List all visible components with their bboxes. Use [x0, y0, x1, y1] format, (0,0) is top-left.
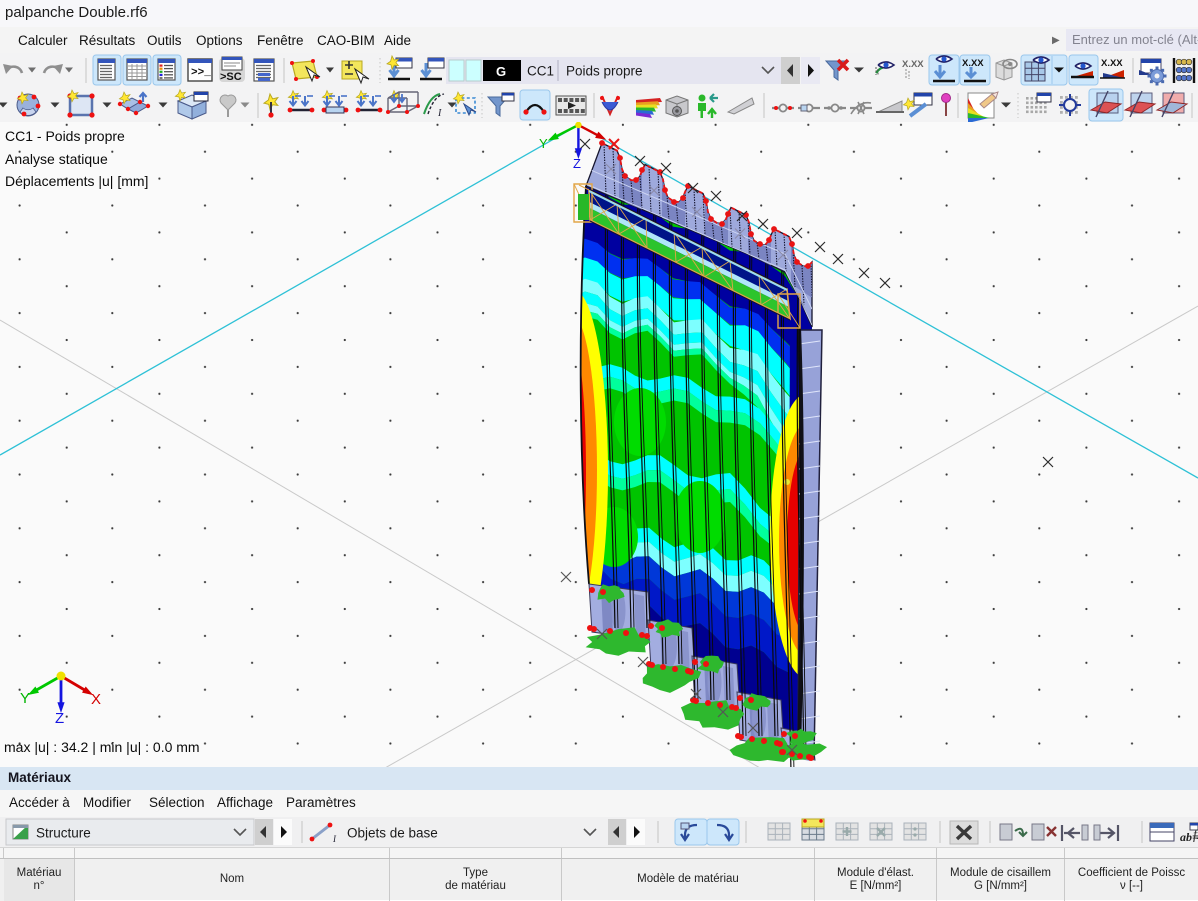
svg-text:Z: Z [573, 156, 581, 171]
svg-text:X: X [91, 691, 101, 708]
svg-text:G: G [496, 64, 506, 79]
svg-text:fx: fx [1193, 828, 1198, 843]
svg-text:>>_: >>_ [191, 67, 211, 79]
svg-text:Structure: Structure [36, 826, 91, 841]
svg-text:Y: Y [539, 136, 548, 151]
svg-text:Z: Z [55, 710, 64, 727]
svg-text:Y: Y [20, 690, 30, 707]
svg-text:Poids propre: Poids propre [566, 64, 643, 79]
svg-text:X.XX: X.XX [962, 58, 984, 69]
svg-text:X.XX: X.XX [902, 59, 924, 70]
svg-text:X.XX: X.XX [1101, 58, 1123, 69]
svg-text:I: I [437, 108, 442, 119]
svg-text:>SC: >SC [220, 71, 242, 83]
svg-text:Objets de base: Objets de base [347, 826, 438, 841]
svg-text:CC1: CC1 [527, 64, 554, 79]
